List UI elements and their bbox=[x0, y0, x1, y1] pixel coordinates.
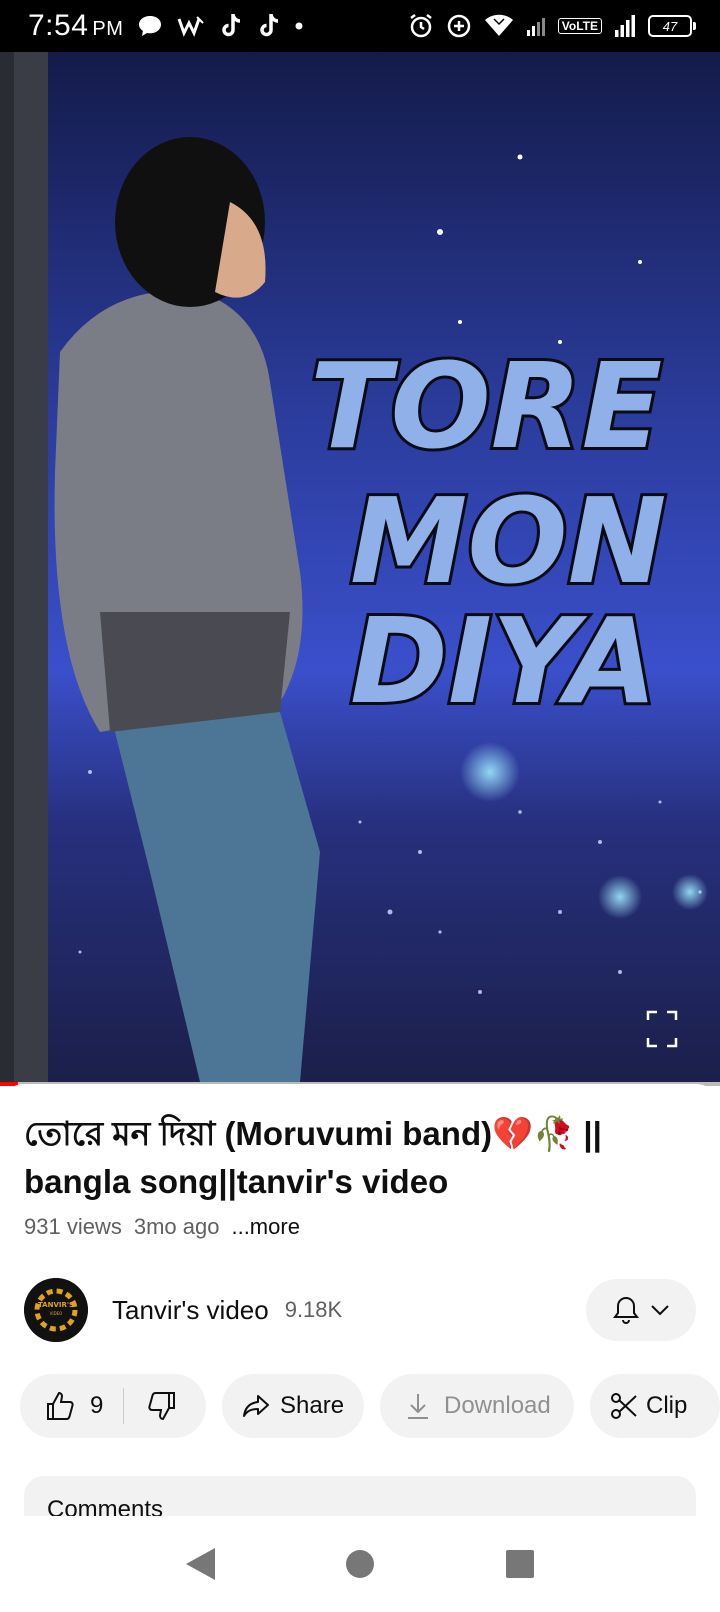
channel-row: TANVIR'S VIDEO Tanvir's video 9.18K bbox=[24, 1278, 696, 1342]
status-ampm: PM bbox=[92, 18, 124, 40]
status-bar: 7:54 PM VoLTE 47 bbox=[0, 0, 720, 52]
video-info-panel: তোরে মন দিয়া (Moruvumi band)💔🥀 || bangl… bbox=[0, 1084, 720, 1556]
battery-icon: 47 bbox=[648, 15, 696, 37]
chevron-down-icon bbox=[651, 1305, 669, 1316]
tiktok-icon bbox=[219, 12, 243, 40]
fullscreen-icon[interactable] bbox=[646, 1010, 678, 1048]
download-label: Download bbox=[444, 1392, 551, 1419]
alarm-icon bbox=[408, 13, 434, 39]
channel-name[interactable]: Tanvir's video bbox=[112, 1295, 269, 1326]
share-button[interactable]: Share bbox=[222, 1374, 364, 1438]
signal-icon-2 bbox=[614, 15, 636, 37]
gear-logo-icon: TANVIR'S VIDEO bbox=[24, 1278, 88, 1342]
avatar-subtext: VIDEO bbox=[50, 1311, 63, 1316]
clip-label: Clip bbox=[646, 1392, 688, 1419]
tiktok-icon-2 bbox=[257, 12, 281, 40]
share-icon bbox=[243, 1395, 269, 1417]
video-title[interactable]: তোরে মন দিয়া (Moruvumi band)💔🥀 || bangl… bbox=[24, 1110, 696, 1206]
like-dislike-pill: 9 bbox=[20, 1374, 206, 1438]
status-time-value: 7:54 bbox=[28, 9, 89, 42]
video-thumbnail: TORE MON DIYA bbox=[0, 52, 720, 1082]
subscriber-count: 9.18K bbox=[284, 1297, 343, 1322]
like-icon[interactable] bbox=[44, 1390, 76, 1422]
notification-icons bbox=[137, 12, 303, 40]
more-notifications-dot-icon bbox=[295, 22, 303, 30]
thumbnail-text-line3: DIYA bbox=[350, 592, 657, 730]
download-icon bbox=[408, 1394, 428, 1419]
action-bar: 9 Share Download Clip bbox=[20, 1374, 720, 1440]
upload-age: 3mo ago bbox=[133, 1214, 220, 1239]
back-triangle-icon bbox=[186, 1548, 215, 1580]
battery-level: 47 bbox=[662, 18, 678, 34]
like-divider bbox=[123, 1388, 125, 1424]
system-nav-bar bbox=[0, 1516, 720, 1612]
recents-square-icon bbox=[506, 1550, 534, 1578]
wind-app-icon bbox=[177, 14, 205, 38]
download-button[interactable]: Download bbox=[380, 1374, 574, 1438]
like-count: 9 bbox=[90, 1392, 104, 1419]
notification-bell-button[interactable] bbox=[586, 1279, 696, 1341]
recents-button[interactable] bbox=[500, 1544, 540, 1584]
scissors-icon bbox=[611, 1393, 637, 1419]
home-button[interactable] bbox=[340, 1544, 380, 1584]
dislike-icon[interactable] bbox=[146, 1390, 178, 1422]
clip-button[interactable]: Clip bbox=[590, 1374, 720, 1438]
thumbnail-text-line2: MON bbox=[350, 472, 667, 610]
view-count: 931 views bbox=[24, 1214, 122, 1239]
thumbnail-text-line1: TORE bbox=[310, 337, 662, 475]
home-circle-icon bbox=[346, 1550, 374, 1578]
back-button[interactable] bbox=[180, 1544, 220, 1584]
volte-badge: VoLTE bbox=[557, 18, 602, 34]
video-player[interactable]: TORE MON DIYA bbox=[0, 52, 720, 1082]
status-time: 7:54 PM bbox=[28, 9, 123, 43]
video-meta[interactable]: 931 views 3mo ago ...more bbox=[24, 1214, 300, 1240]
system-icons: VoLTE 47 bbox=[408, 13, 696, 39]
avatar-text: TANVIR'S bbox=[38, 1301, 74, 1309]
share-label: Share bbox=[280, 1392, 345, 1419]
signal-icon bbox=[526, 16, 546, 36]
more-link[interactable]: ...more bbox=[231, 1214, 299, 1240]
wifi-icon bbox=[484, 14, 514, 38]
bell-icon bbox=[613, 1296, 639, 1324]
channel-avatar[interactable]: TANVIR'S VIDEO bbox=[24, 1278, 88, 1342]
data-saver-icon bbox=[446, 13, 472, 39]
chat-bubble-icon bbox=[137, 14, 163, 38]
